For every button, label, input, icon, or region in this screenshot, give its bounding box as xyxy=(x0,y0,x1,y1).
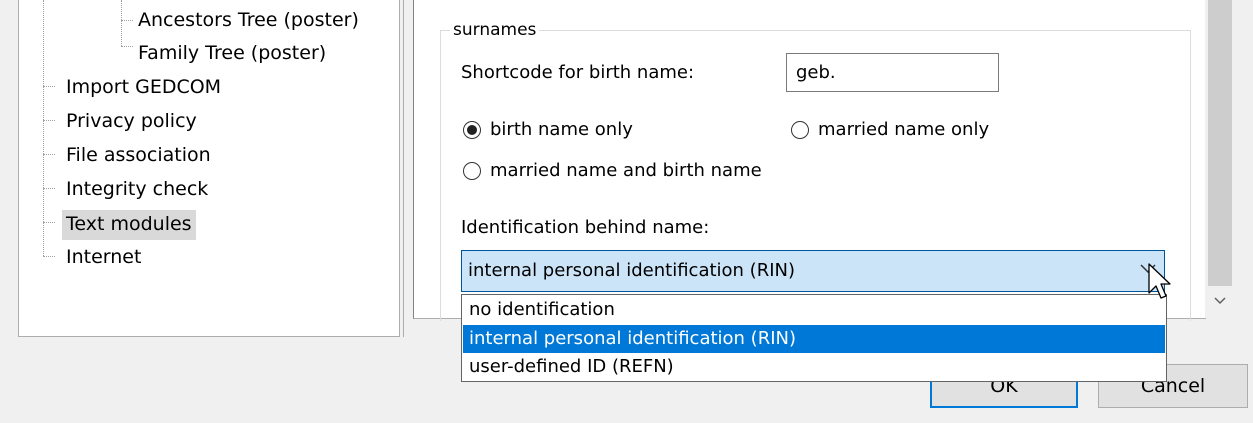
tree-connector xyxy=(43,256,55,257)
radio-birth-name-only[interactable] xyxy=(463,121,481,139)
tree-item-family-tree-poster[interactable]: Family Tree (poster) xyxy=(138,40,326,66)
dropdown-option-rin[interactable]: internal personal identification (RIN) xyxy=(463,325,1165,353)
radio-married-name-only[interactable] xyxy=(791,121,809,139)
tree-connector xyxy=(43,222,55,223)
shortcode-input[interactable]: geb. xyxy=(786,53,999,92)
surnames-group-title: surnames xyxy=(450,19,540,41)
scrollbar-thumb[interactable] xyxy=(1208,0,1232,286)
tree-item-integrity-check[interactable]: Integrity check xyxy=(66,176,208,202)
shortcode-label: Shortcode for birth name: xyxy=(461,62,695,83)
tree-item-file-association[interactable]: File association xyxy=(66,142,211,168)
tree-connector xyxy=(121,0,122,46)
tree-connector xyxy=(43,154,55,155)
identification-dropdown-list[interactable]: no identification internal personal iden… xyxy=(461,294,1167,382)
radio-married-name-only-label[interactable]: married name only xyxy=(818,118,989,142)
tree-connector xyxy=(43,86,55,87)
panel-divider xyxy=(403,0,404,337)
tree-connector xyxy=(43,120,55,121)
mouse-pointer-icon xyxy=(1148,263,1171,299)
settings-tree[interactable]: Ancestors Tree (poster) Family Tree (pos… xyxy=(18,0,400,337)
identification-label: Identification behind name: xyxy=(461,217,710,238)
dropdown-option-refn[interactable]: user-defined ID (REFN) xyxy=(463,353,1165,381)
identification-combobox-value: internal personal identification (RIN) xyxy=(468,260,795,281)
tree-item-privacy-policy[interactable]: Privacy policy xyxy=(66,108,197,134)
tree-connector xyxy=(121,46,133,47)
tree-item-internet[interactable]: Internet xyxy=(66,244,141,270)
tree-item-ancestors-tree-poster[interactable]: Ancestors Tree (poster) xyxy=(138,7,359,33)
radio-married-and-birth-name-label[interactable]: married name and birth name xyxy=(490,159,762,183)
radio-married-and-birth-name[interactable] xyxy=(463,162,481,180)
tree-connector xyxy=(121,20,133,21)
radio-birth-name-only-label[interactable]: birth name only xyxy=(490,118,633,142)
tree-connector xyxy=(43,188,55,189)
tree-item-import-gedcom[interactable]: Import GEDCOM xyxy=(66,74,221,100)
dropdown-option-no-identification[interactable]: no identification xyxy=(463,296,1165,324)
tree-item-text-modules[interactable]: Text modules xyxy=(62,210,196,240)
scroll-down-arrow-icon[interactable] xyxy=(1209,292,1231,310)
tree-connector xyxy=(43,0,44,256)
